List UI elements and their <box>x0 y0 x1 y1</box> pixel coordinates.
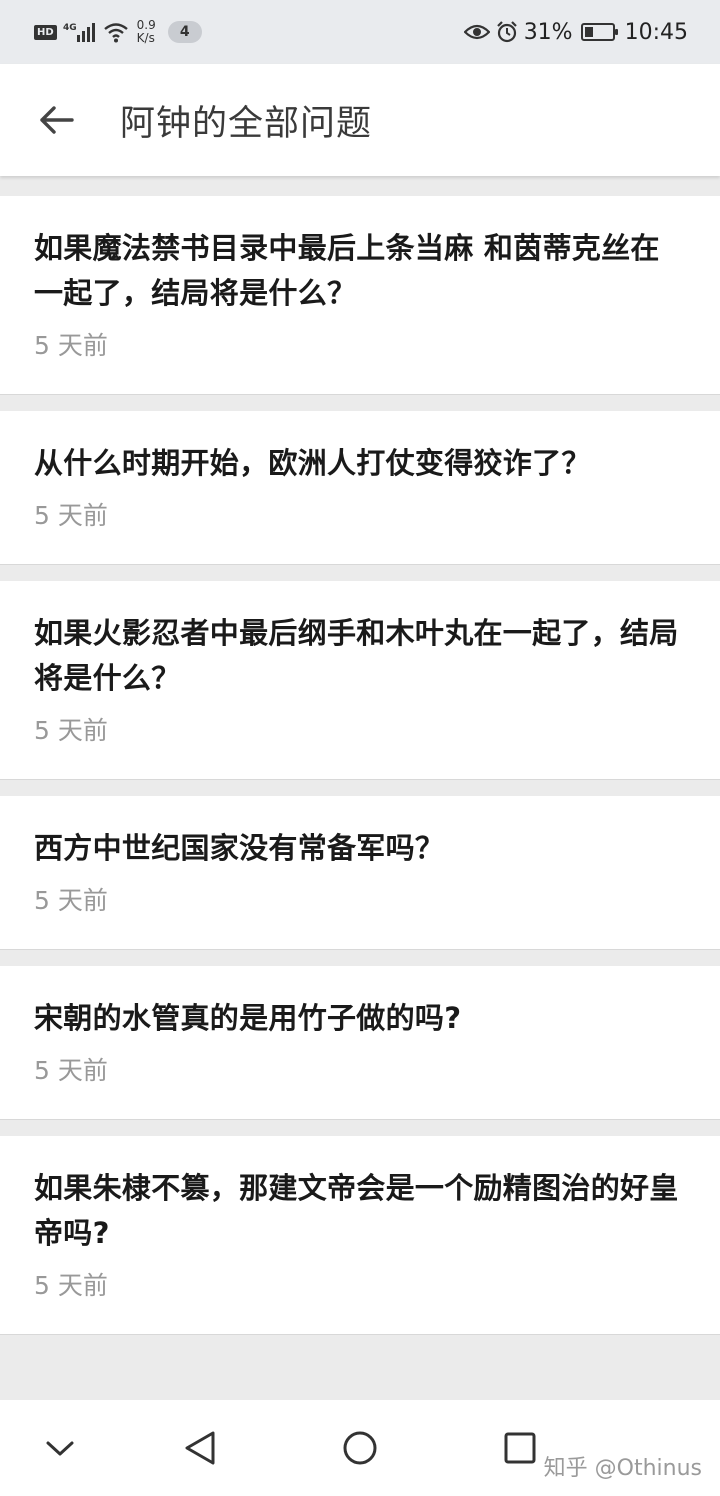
battery-percent: 31% <box>523 19 573 45</box>
hd-badge: HD <box>34 24 57 40</box>
alarm-icon <box>496 21 518 43</box>
question-title[interactable]: 从什么时期开始，欧洲人打仗变得狡诈了？ <box>34 441 686 486</box>
question-list: 如果魔法禁书目录中最后上条当麻 和茵蒂克丝在一起了，结局将是什么？ 5 天前 从… <box>0 196 720 1351</box>
question-item[interactable]: 如果火影忍者中最后纲手和木叶丸在一起了，结局将是什么？ 5 天前 <box>0 581 720 780</box>
question-item[interactable]: 从什么时期开始，欧洲人打仗变得狡诈了？ 5 天前 <box>0 411 720 565</box>
question-title[interactable]: 宋朝的水管真的是用竹子做的吗? <box>34 996 686 1041</box>
square-recents-icon <box>504 1432 536 1464</box>
signal-icon: 4G <box>63 21 97 43</box>
system-nav-bar: 知乎 @Othinus <box>0 1400 720 1496</box>
question-item[interactable]: 如果魔法禁书目录中最后上条当麻 和茵蒂克丝在一起了，结局将是什么？ 5 天前 <box>0 196 720 395</box>
question-item[interactable]: 西方中世纪国家没有常备军吗？ 5 天前 <box>0 796 720 950</box>
nav-home-button[interactable] <box>334 1422 386 1474</box>
notification-count-badge: 4 <box>167 21 202 43</box>
watermark: 知乎 @Othinus <box>543 1456 702 1481</box>
question-time: 5 天前 <box>34 331 108 360</box>
question-time: 5 天前 <box>34 1271 108 1300</box>
question-time: 5 天前 <box>34 1056 108 1085</box>
status-bar: HD 4G 0.9 K/s 4 31% 10:45 <box>0 0 720 64</box>
app-bar: 阿钟的全部问题 <box>0 64 720 176</box>
nav-collapse-button[interactable] <box>34 1422 86 1474</box>
question-item[interactable]: 如果朱棣不篡，那建文帝会是一个励精图治的好皇帝吗? 5 天前 <box>0 1136 720 1335</box>
question-title[interactable]: 西方中世纪国家没有常备军吗？ <box>34 826 686 871</box>
question-item[interactable]: 宋朝的水管真的是用竹子做的吗? 5 天前 <box>0 966 720 1120</box>
battery-icon <box>580 23 618 41</box>
clock: 10:45 <box>624 19 688 45</box>
question-time: 5 天前 <box>34 501 108 530</box>
circle-home-icon <box>343 1431 377 1465</box>
back-button[interactable] <box>26 90 86 150</box>
question-title[interactable]: 如果朱棣不篡，那建文帝会是一个励精图治的好皇帝吗? <box>34 1166 686 1256</box>
network-speed-unit: K/s <box>136 31 155 45</box>
nav-recents-button[interactable] <box>494 1422 546 1474</box>
back-arrow-icon <box>40 106 74 134</box>
network-speed: 0.9 K/s <box>137 19 156 45</box>
eye-icon <box>463 22 490 42</box>
network-type: 4G <box>63 23 77 33</box>
question-title[interactable]: 如果火影忍者中最后纲手和木叶丸在一起了，结局将是什么？ <box>34 611 686 701</box>
question-title[interactable]: 如果魔法禁书目录中最后上条当麻 和茵蒂克丝在一起了，结局将是什么？ <box>34 226 686 316</box>
question-time: 5 天前 <box>34 886 108 915</box>
question-time: 5 天前 <box>34 716 108 745</box>
chevron-down-icon <box>46 1441 74 1456</box>
wifi-icon <box>103 21 129 43</box>
nav-back-button[interactable] <box>174 1422 226 1474</box>
triangle-back-icon <box>185 1431 215 1465</box>
page-title: 阿钟的全部问题 <box>120 103 373 144</box>
